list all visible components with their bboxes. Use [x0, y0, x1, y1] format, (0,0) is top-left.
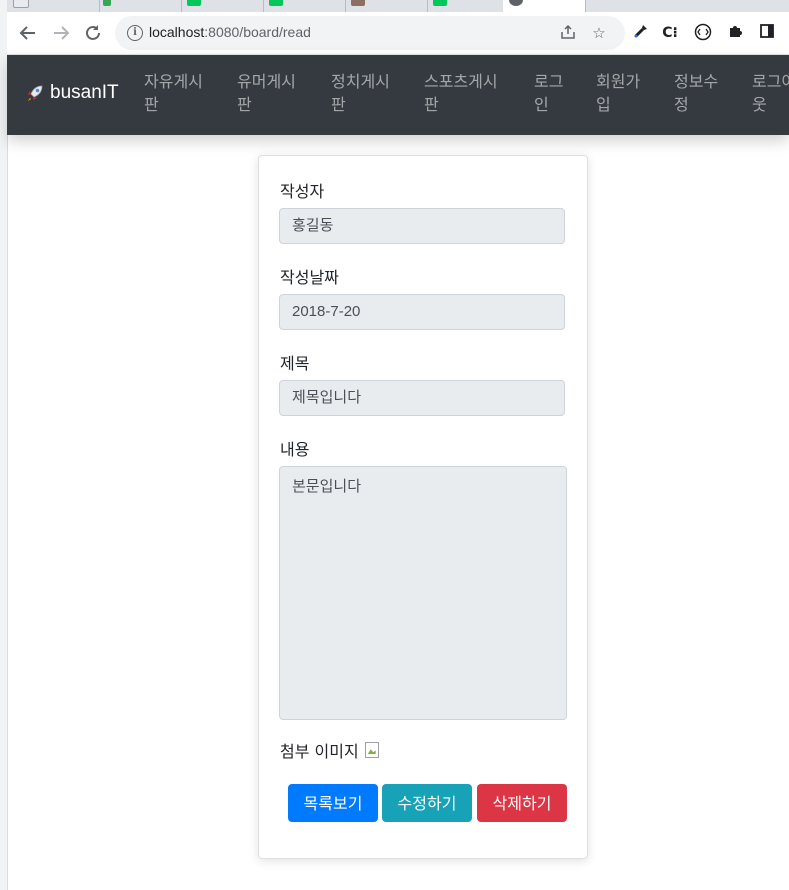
nav-login[interactable]: 로그인	[534, 70, 563, 116]
content-textarea[interactable]: 본문입니다	[279, 466, 567, 720]
brand-link[interactable]: busanIT	[24, 82, 119, 104]
browser-tab-active[interactable]	[503, 0, 586, 12]
nav-label-line1: 스포츠게시	[424, 72, 498, 91]
site-navbar: busanIT 자유게시판 유머게시판 정치게시판 스포츠게시판 로그인 회원가…	[7, 55, 789, 135]
nav-sports-board[interactable]: 스포츠게시판	[424, 70, 498, 116]
address-bar[interactable]: i localhost:8080/board/read ☆	[115, 16, 625, 50]
bookmark-star-icon[interactable]: ☆	[590, 24, 608, 42]
back-icon[interactable]	[16, 21, 40, 45]
nav-signup[interactable]: 회원가입	[596, 70, 640, 116]
content-label: 내용	[280, 440, 310, 459]
browser-toolbar: i localhost:8080/board/read ☆ C⁝	[7, 12, 789, 55]
nav-politics-board[interactable]: 정치게시판	[331, 70, 390, 116]
post-card: 작성자 홍길동 작성날짜 2018-7-20 제목 제목입니다 내용 본문입니다…	[258, 155, 588, 859]
nav-label-line2: 웃	[752, 95, 767, 114]
delete-button[interactable]: 삭제하기	[477, 784, 567, 822]
edit-button[interactable]: 수정하기	[382, 784, 472, 822]
nav-humor-board[interactable]: 유머게시판	[237, 70, 296, 116]
forward-icon[interactable]	[49, 21, 73, 45]
browser-tab[interactable]	[263, 0, 346, 12]
eyedropper-extension-icon[interactable]	[631, 23, 651, 43]
broken-image-icon	[364, 742, 379, 758]
extensions-puzzle-icon[interactable]	[725, 23, 745, 43]
nav-logout[interactable]: 로그아웃	[752, 70, 789, 116]
nav-free-board[interactable]: 자유게시판	[144, 70, 203, 116]
attach-image-row: 첨부 이미지	[280, 738, 379, 762]
nav-label-line2: 판	[237, 95, 252, 114]
c-extension-icon[interactable]: C⁝	[660, 23, 680, 43]
title-field[interactable]: 제목입니다	[279, 380, 565, 416]
nav-label-line1: 유머게시	[237, 72, 296, 91]
browser-tab[interactable]	[99, 0, 182, 12]
nav-label-line2: 정	[674, 95, 689, 114]
date-label: 작성날짜	[280, 268, 339, 287]
share-icon[interactable]	[559, 24, 577, 42]
address-url[interactable]: localhost:8080/board/read	[149, 24, 311, 40]
date-field[interactable]: 2018-7-20	[279, 294, 565, 330]
browser-tab[interactable]	[345, 0, 428, 12]
code-extension-icon[interactable]	[693, 23, 713, 43]
reload-icon[interactable]	[81, 21, 105, 45]
nav-label-line2: 입	[596, 95, 611, 114]
nav-label-line2: 인	[534, 95, 549, 114]
nav-label-line2: 판	[424, 95, 439, 114]
nav-label-line1: 정치게시	[331, 72, 390, 91]
browser-tab[interactable]	[181, 0, 264, 12]
list-button[interactable]: 목록보기	[288, 784, 378, 822]
nav-label-line2: 판	[144, 95, 159, 114]
attach-image-label: 첨부 이미지	[280, 742, 359, 761]
nav-label-line2: 판	[331, 95, 346, 114]
title-label: 제목	[280, 354, 310, 373]
brand-text: busanIT	[50, 82, 119, 103]
writer-label: 작성자	[280, 182, 325, 201]
browser-tab[interactable]	[7, 0, 100, 12]
nav-label-line1: 로그	[534, 72, 564, 91]
site-info-icon[interactable]: i	[127, 25, 143, 41]
nav-label-line1: 자유게시	[144, 72, 203, 91]
browser-tab-strip	[7, 0, 789, 12]
browser-tab[interactable]	[585, 0, 789, 12]
rocket-icon	[24, 82, 46, 104]
writer-field[interactable]: 홍길동	[279, 208, 565, 244]
side-panel-icon[interactable]	[757, 23, 777, 43]
nav-label-line1: 회원가	[596, 72, 641, 91]
nav-label-line1: 로그아	[752, 72, 789, 91]
nav-label-line1: 정보수	[674, 72, 719, 91]
browser-tab[interactable]	[427, 0, 504, 12]
nav-edit-profile[interactable]: 정보수정	[674, 70, 718, 116]
